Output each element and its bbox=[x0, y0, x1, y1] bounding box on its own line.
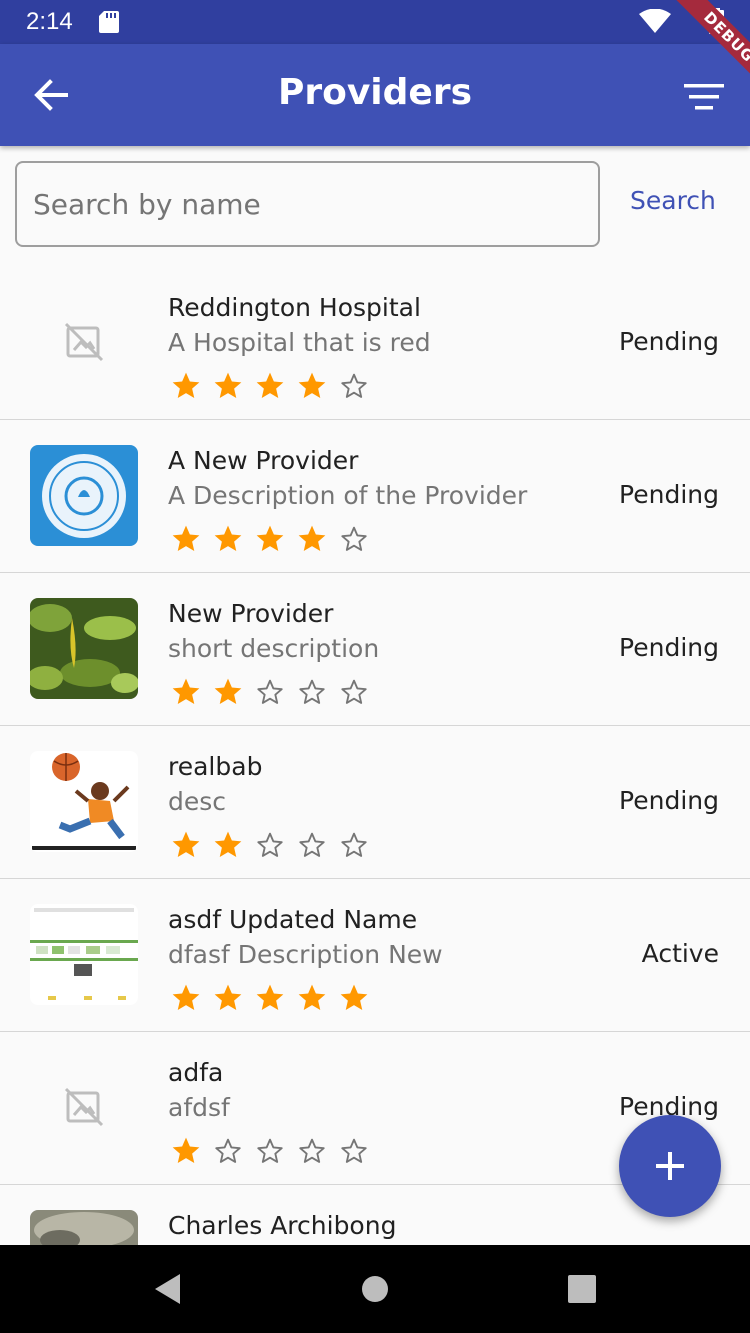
app-bar: Providers bbox=[0, 44, 750, 146]
filter-list-icon[interactable] bbox=[684, 84, 724, 110]
provider-description: A Description of the Provider bbox=[168, 481, 528, 510]
provider-row[interactable]: Reddington Hospital A Hospital that is re… bbox=[0, 267, 750, 420]
star-filled-icon bbox=[296, 982, 328, 1014]
search-button[interactable]: Search bbox=[630, 186, 716, 215]
image-placeholder-icon bbox=[30, 1057, 138, 1158]
sd-card-icon bbox=[99, 11, 119, 33]
star-filled-icon bbox=[170, 982, 202, 1014]
provider-description: desc bbox=[168, 787, 227, 816]
star-filled-icon bbox=[212, 523, 244, 555]
battery-icon bbox=[709, 8, 724, 34]
star-filled-icon bbox=[170, 523, 202, 555]
star-outline-icon bbox=[296, 829, 328, 861]
star-filled-icon bbox=[170, 370, 202, 402]
rating-stars bbox=[170, 523, 380, 555]
provider-list[interactable]: Reddington Hospital A Hospital that is re… bbox=[0, 267, 750, 1245]
wifi-icon bbox=[639, 9, 671, 33]
star-filled-icon bbox=[296, 370, 328, 402]
provider-name: Reddington Hospital bbox=[168, 293, 421, 322]
star-outline-icon bbox=[254, 676, 286, 708]
provider-name: New Provider bbox=[168, 599, 334, 628]
star-outline-icon bbox=[338, 523, 370, 555]
provider-thumbnail bbox=[30, 445, 138, 546]
star-filled-icon bbox=[338, 982, 370, 1014]
star-filled-icon bbox=[212, 676, 244, 708]
star-filled-icon bbox=[254, 370, 286, 402]
provider-name: asdf Updated Name bbox=[168, 905, 418, 934]
star-outline-icon bbox=[212, 1135, 244, 1167]
search-field[interactable] bbox=[15, 161, 600, 247]
add-provider-button[interactable] bbox=[619, 1115, 721, 1217]
provider-name: A New Provider bbox=[168, 446, 359, 475]
provider-row[interactable]: asdf Updated Name dfasf Description New Ac… bbox=[0, 879, 750, 1032]
rating-stars bbox=[170, 982, 380, 1014]
provider-thumbnail bbox=[30, 751, 138, 852]
provider-status: Active bbox=[641, 939, 719, 968]
star-filled-icon bbox=[212, 370, 244, 402]
star-filled-icon bbox=[212, 829, 244, 861]
page-title: Providers bbox=[277, 72, 473, 113]
provider-name: realbab bbox=[168, 752, 263, 781]
provider-thumbnail bbox=[30, 1210, 138, 1245]
provider-description: dfasf Description New bbox=[168, 940, 443, 969]
star-outline-icon bbox=[338, 829, 370, 861]
provider-status: Pending bbox=[619, 786, 719, 815]
provider-description: A Hospital that is red bbox=[168, 328, 431, 357]
status-time: 2:14 bbox=[26, 8, 73, 35]
star-filled-icon bbox=[254, 982, 286, 1014]
rating-stars bbox=[170, 1135, 380, 1167]
star-outline-icon bbox=[296, 676, 328, 708]
home-circle-icon[interactable] bbox=[357, 1271, 393, 1307]
star-filled-icon bbox=[212, 982, 244, 1014]
star-filled-icon bbox=[170, 1135, 202, 1167]
star-outline-icon bbox=[338, 370, 370, 402]
star-outline-icon bbox=[254, 1135, 286, 1167]
rating-stars bbox=[170, 829, 380, 861]
star-outline-icon bbox=[338, 1135, 370, 1167]
back-triangle-icon[interactable] bbox=[150, 1271, 186, 1307]
star-filled-icon bbox=[254, 523, 286, 555]
provider-description: afdsf bbox=[168, 1093, 230, 1122]
star-outline-icon bbox=[296, 1135, 328, 1167]
system-nav-bar bbox=[0, 1245, 750, 1333]
recents-square-icon[interactable] bbox=[564, 1271, 600, 1307]
provider-row[interactable]: realbab desc Pending bbox=[0, 726, 750, 879]
image-placeholder-icon bbox=[30, 292, 138, 393]
provider-status: Pending bbox=[619, 327, 719, 356]
search-input[interactable] bbox=[33, 163, 583, 245]
provider-status: Pending bbox=[619, 480, 719, 509]
star-filled-icon bbox=[170, 829, 202, 861]
provider-thumbnail bbox=[30, 904, 138, 1005]
rating-stars bbox=[170, 370, 380, 402]
star-outline-icon bbox=[254, 829, 286, 861]
provider-status: Pending bbox=[619, 633, 719, 662]
provider-row[interactable]: New Provider short description Pending bbox=[0, 573, 750, 726]
add-icon bbox=[656, 1152, 684, 1180]
star-outline-icon bbox=[338, 676, 370, 708]
rating-stars bbox=[170, 676, 380, 708]
provider-row[interactable]: A New Provider A Description of the Provi… bbox=[0, 420, 750, 573]
status-bar: 2:14 bbox=[0, 0, 750, 44]
provider-description: short description bbox=[168, 634, 380, 663]
provider-thumbnail bbox=[30, 598, 138, 699]
provider-name: Charles Archibong bbox=[168, 1211, 397, 1240]
provider-name: adfa bbox=[168, 1058, 224, 1087]
star-filled-icon bbox=[170, 676, 202, 708]
star-filled-icon bbox=[296, 523, 328, 555]
